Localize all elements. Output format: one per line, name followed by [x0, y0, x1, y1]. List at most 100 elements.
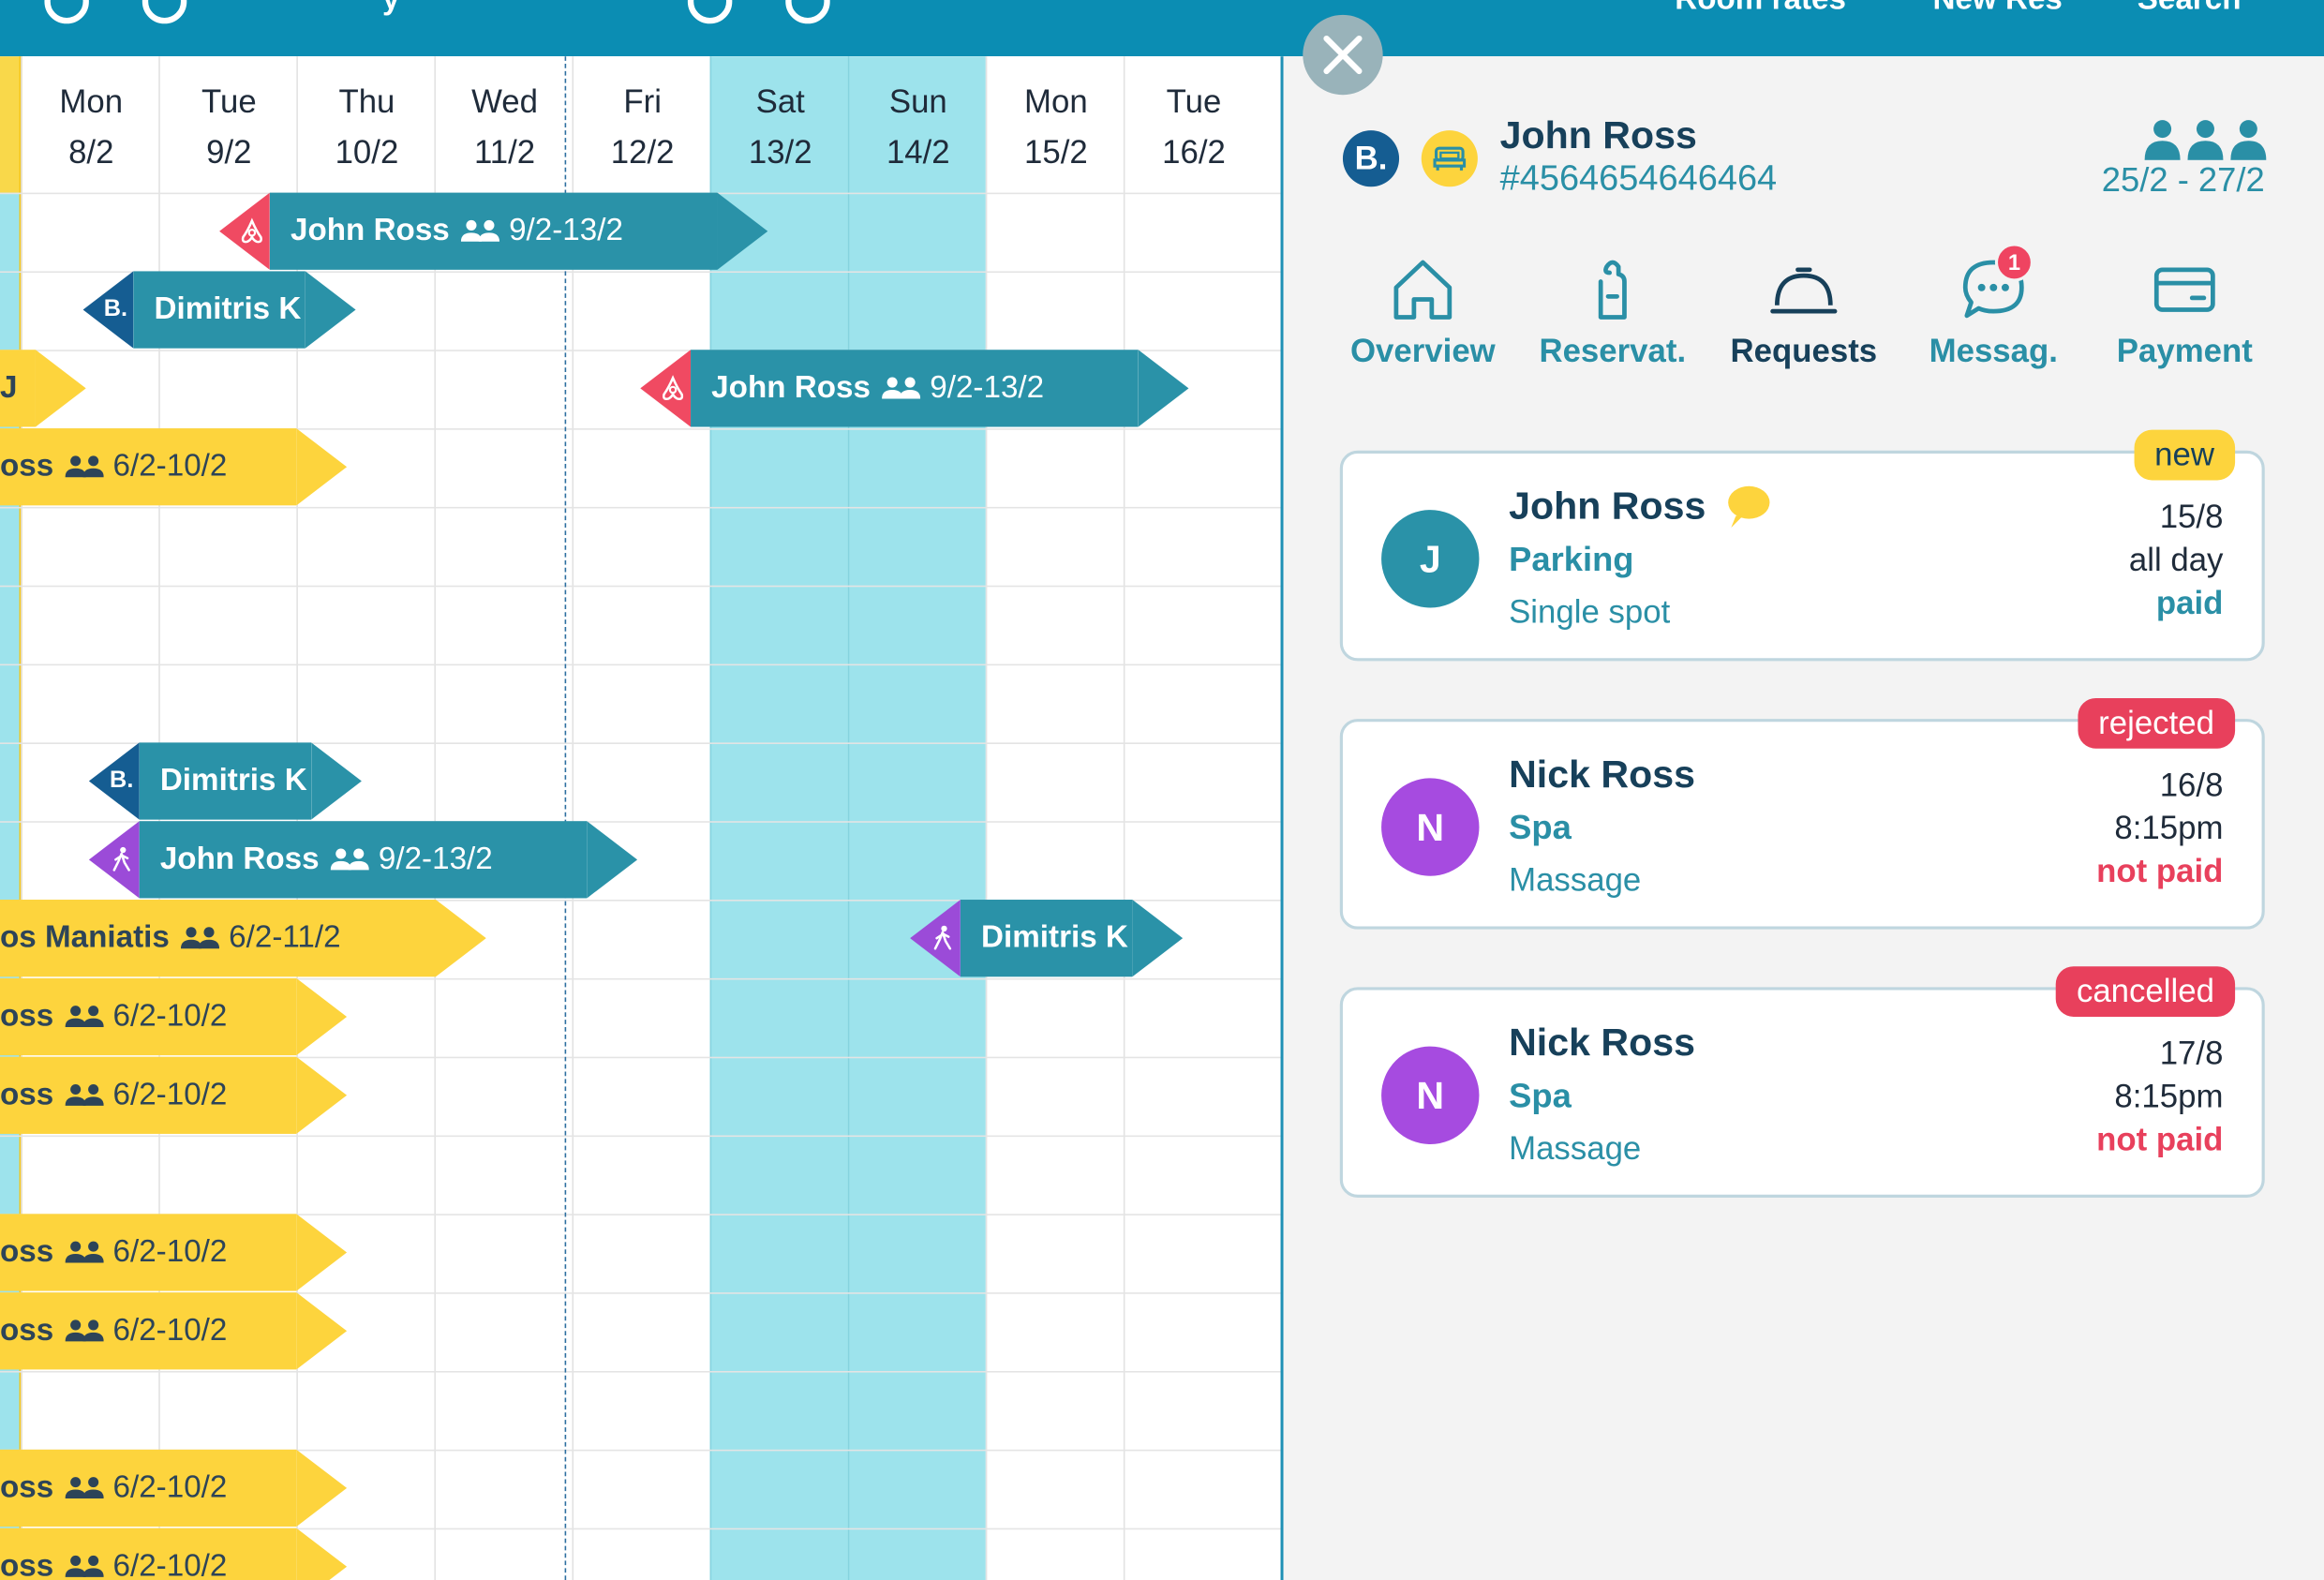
day-date: 13/2 — [748, 133, 812, 171]
status-badge: rejected — [2078, 697, 2236, 749]
people-icon — [181, 927, 220, 949]
people-icon — [331, 848, 370, 871]
search-link[interactable]: Search — [2138, 0, 2242, 18]
day-header[interactable]: Sat 13/2 — [711, 77, 849, 178]
booking-bar[interactable]: oss 6/2-10/2 — [0, 1528, 348, 1580]
day-of-week: Tue — [1166, 82, 1222, 121]
airbnb-icon — [241, 217, 262, 244]
booking-source-tab — [640, 350, 692, 427]
day-column: Tue 16/2 — [1123, 56, 1262, 1580]
menu-icon[interactable] — [44, 0, 89, 24]
booking-bar-tip — [296, 1449, 348, 1528]
request-time: all day — [2128, 541, 2224, 578]
request-detail: Single spot — [1509, 592, 1671, 631]
booking-bar[interactable]: Dimitris K — [910, 900, 1184, 977]
booking-dates: 6/2-10/2 — [112, 1469, 228, 1505]
booking-bar[interactable]: B. Dimitris K — [88, 742, 362, 820]
day-date: 10/2 — [335, 133, 399, 171]
day-header[interactable]: Sun 14/2 — [849, 77, 987, 178]
booking-guest-name: John Ross — [159, 842, 320, 876]
booking-dates: 9/2-13/2 — [509, 213, 623, 248]
guests-icon — [2143, 119, 2268, 160]
booking-bar[interactable]: oss 6/2-10/2 — [0, 1056, 348, 1134]
booking-bar[interactable]: B. Dimitris K — [82, 271, 356, 349]
chevron-left-icon[interactable] — [687, 0, 733, 24]
service-bell-icon — [1769, 255, 1838, 323]
day-column: Fri 12/2 — [572, 56, 711, 1580]
day-header[interactable]: Thu 10/2 — [298, 77, 436, 178]
booking-bar[interactable]: oss 6/2-10/2 — [0, 1292, 348, 1370]
booking-source-badge: B. — [1342, 130, 1400, 187]
booking-source-tab: B. — [88, 742, 140, 820]
day-header[interactable]: Fri 12/2 — [574, 77, 711, 178]
request-card[interactable]: N Nick Ross Spa Massage 17/8 8:15pm not … — [1339, 966, 2265, 1198]
day-column: Sun 14/2 — [847, 56, 987, 1580]
comment-icon[interactable] — [1728, 485, 1770, 519]
booking-bar-tip — [296, 1214, 348, 1291]
day-header[interactable]: Wed 11/2 — [436, 77, 574, 178]
tab-overview[interactable]: Overview — [1327, 255, 1520, 370]
booking-bar[interactable]: oss 6/2-10/2 — [0, 1214, 348, 1291]
tab-messages[interactable]: Messag. — [1897, 255, 2090, 370]
day-column: Wed 11/2 — [434, 56, 572, 1580]
booking-guest-name: oss — [0, 1548, 54, 1580]
booking-bar-tip — [435, 900, 486, 977]
close-button[interactable] — [1303, 14, 1383, 96]
airbnb-icon — [663, 375, 684, 401]
day-header[interactable]: Tue 9/2 — [160, 77, 298, 178]
tab-requests[interactable]: Requests — [1707, 255, 1900, 370]
chevron-right-icon[interactable] — [785, 0, 830, 24]
request-type: Parking — [1509, 539, 1634, 578]
room-rates-link[interactable]: Room rates — [1675, 0, 1846, 18]
booking-dates: 6/2-10/2 — [112, 999, 228, 1034]
booking-bar-tip — [35, 350, 86, 427]
tab-payment-label: Payment — [2116, 332, 2253, 369]
people-icon — [65, 1083, 105, 1106]
booking-bar[interactable]: oss 6/2-10/2 — [0, 428, 348, 506]
new-res-link[interactable]: New Res — [1932, 0, 2062, 18]
booking-source-tab — [88, 821, 140, 899]
booking-bar[interactable]: os Maniatis 6/2-11/2 — [0, 900, 486, 977]
walk-in-icon — [933, 925, 952, 950]
calendar-icon[interactable] — [142, 0, 187, 24]
people-icon — [65, 1241, 105, 1263]
tab-requests-label: Requests — [1730, 332, 1878, 369]
row-divider — [0, 506, 1284, 509]
day-of-week: Wed — [471, 82, 539, 121]
reservation-screen: y Room rates New Res Search Mon 8/2 Tue 9/2… — [0, 0, 2324, 1580]
booking-calendar: Mon 8/2 Tue 9/2 Thu 10/2 Wed 11/2 Fri 12/2 Sat 13/2… — [0, 56, 1284, 1580]
booking-guest-name: Dimitris K — [981, 920, 1128, 955]
day-header[interactable]: Tue 16/2 — [1125, 77, 1262, 178]
booking-bar-tip — [305, 271, 356, 349]
tab-reservation[interactable]: Reservat. — [1516, 255, 1709, 370]
day-header[interactable]: Mon 15/2 — [987, 77, 1125, 178]
booking-bar[interactable]: John Ross 9/2-13/2 — [88, 821, 638, 899]
day-of-week: Mon — [1024, 82, 1088, 121]
request-guest-name: Nick Ross — [1509, 751, 1695, 797]
status-badge: new — [2133, 429, 2236, 481]
booking-icon: B. — [103, 296, 128, 322]
booking-bar[interactable]: oss 6/2-10/2 — [0, 1449, 348, 1528]
tab-payment[interactable]: Payment — [2089, 255, 2282, 370]
people-icon — [65, 1006, 105, 1028]
booking-guest-name: oss — [0, 449, 54, 484]
request-guest-name: Nick Ross — [1509, 1020, 1695, 1065]
booking-bar[interactable]: oss 6/2-10/2 — [0, 977, 348, 1056]
booking-dates: 9/2-13/2 — [930, 370, 1045, 405]
booking-bar[interactable]: John Ross 9/2-13/2 — [640, 350, 1189, 427]
booking-source-tab: B. — [82, 271, 134, 349]
request-detail: Massage — [1509, 860, 1642, 899]
request-card[interactable]: J John Ross Parking Single spot 15/8 all… — [1339, 429, 2265, 662]
payment-status: paid — [2155, 584, 2224, 621]
booking-guest-name: oss — [0, 1077, 54, 1112]
row-divider — [0, 585, 1284, 588]
day-header[interactable]: Mon 8/2 — [22, 77, 160, 178]
request-guest-name: John Ross — [1509, 483, 1706, 529]
door-hanger-icon — [1578, 255, 1646, 323]
request-date: 16/8 — [2159, 766, 2224, 804]
booking-bar[interactable]: J — [0, 350, 86, 427]
walk-in-icon — [112, 846, 130, 872]
booking-bar[interactable]: John Ross 9/2-13/2 — [219, 192, 768, 270]
request-type: Spa — [1509, 807, 1572, 847]
request-card[interactable]: N Nick Ross Spa Massage 16/8 8:15pm not … — [1339, 697, 2265, 930]
